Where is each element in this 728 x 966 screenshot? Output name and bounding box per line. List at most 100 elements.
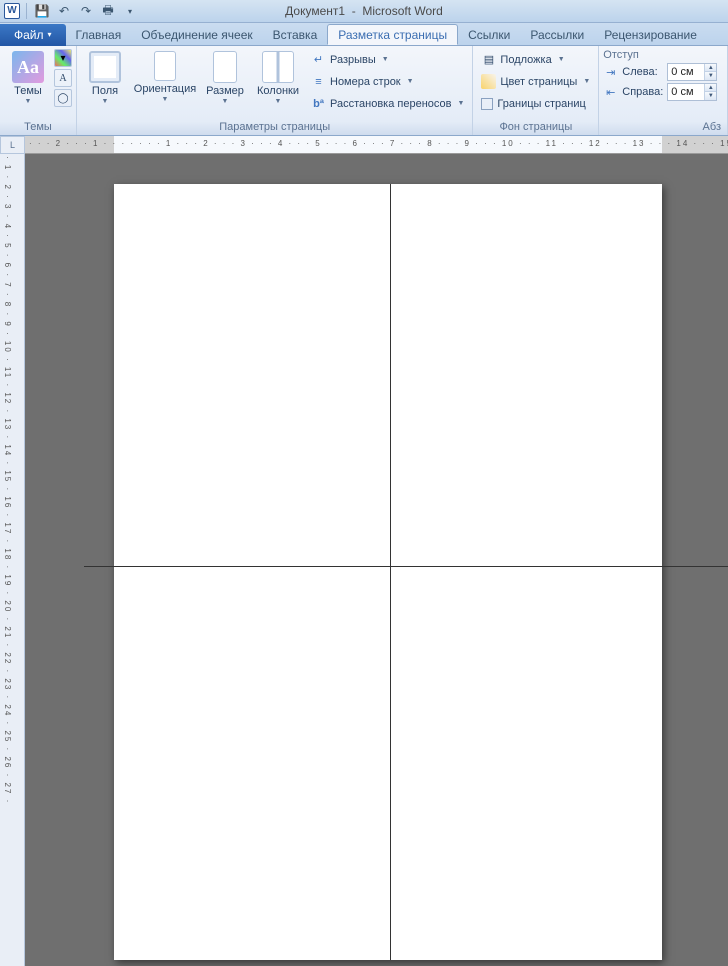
horizontal-ruler[interactable]: · · · 2 · · · 1 · · · · · · · 1 · · · 2 … (25, 136, 728, 154)
page-color-icon (481, 74, 496, 89)
word-app-icon: W (4, 3, 20, 19)
breaks-button[interactable]: ↵ Разрывы ▼ (307, 49, 468, 70)
tab-selector-icon: L (10, 140, 15, 150)
theme-colors-button[interactable]: ▾ (54, 49, 72, 67)
spin-down-icon[interactable]: ▼ (704, 72, 716, 80)
size-icon (213, 51, 237, 83)
page-color-button[interactable]: Цвет страницы ▼ (477, 71, 594, 92)
tab-объединение-ячеек[interactable]: Объединение ячеек (131, 24, 262, 45)
orientation-icon (154, 51, 176, 81)
separator (26, 3, 27, 19)
group-label: Абз (603, 120, 723, 134)
breaks-label: Разрывы (330, 54, 376, 66)
hyphenation-button[interactable]: bª Расстановка переносов ▼ (307, 93, 468, 114)
redo-icon[interactable]: ↷ (77, 2, 95, 20)
quick-print-icon[interactable]: 🖶 (99, 2, 117, 20)
file-tab-label: Файл (14, 28, 44, 42)
ruler-corner[interactable]: L (0, 136, 25, 154)
document-page[interactable] (114, 184, 662, 960)
page-color-label: Цвет страницы (500, 76, 577, 88)
indent-right-label: Справа: (622, 86, 663, 98)
chevron-down-icon: ▼ (25, 98, 32, 105)
indent-left-input[interactable] (668, 64, 704, 80)
line-numbers-button[interactable]: ≡ Номера строк ▼ (307, 71, 468, 92)
columns-button[interactable]: Колонки ▼ (251, 49, 305, 115)
theme-mini-stack: ▾ A ◯ (54, 49, 72, 107)
chevron-down-icon: ▼ (222, 98, 229, 105)
orientation-label: Ориентация (134, 83, 196, 95)
themes-icon: Aa (12, 51, 44, 83)
tab-вставка[interactable]: Вставка (263, 24, 328, 45)
columns-label: Колонки (257, 85, 299, 97)
group-label: Параметры страницы (81, 120, 468, 134)
ruler-v-scale: · 1 · 2 · 3 · 4 · 5 · 6 · 7 · 8 · 9 · 10… (3, 156, 12, 804)
indent-left-spinner[interactable]: ▲ ▼ (667, 63, 717, 81)
table-border-horizontal (84, 566, 728, 567)
chevron-down-icon: ▼ (558, 56, 565, 63)
line-numbers-label: Номера строк (330, 76, 401, 88)
quick-access-toolbar: W 💾 ↶ ↷ 🖶 ▾ (4, 2, 139, 20)
size-label: Размер (206, 85, 244, 97)
columns-icon (262, 51, 294, 83)
tab-рецензирование[interactable]: Рецензирование (594, 24, 707, 45)
title-bar: W 💾 ↶ ↷ 🖶 ▾ Документ1 - Microsoft Word (0, 0, 728, 23)
margins-label: Поля (92, 85, 118, 97)
spin-up-icon[interactable]: ▲ (704, 64, 716, 72)
page-borders-icon (481, 98, 493, 110)
group-page-setup: Поля ▼ Ориентация ▼ Размер ▼ Колонки ▼ ↵ (77, 46, 473, 135)
undo-icon[interactable]: ↶ (55, 2, 73, 20)
qat-customize-icon[interactable]: ▾ (121, 2, 139, 20)
page-borders-label: Границы страниц (497, 98, 585, 110)
group-themes: Aa Темы ▼ ▾ A ◯ Темы (0, 46, 77, 135)
chevron-down-icon: ▼ (457, 100, 464, 107)
group-paragraph: Отступ ⇥ Слева: ▲ ▼ ⇤ Справа: ▲ ▼ (599, 46, 728, 135)
ribbon-tabs: Файл ▾ ГлавнаяОбъединение ячеекВставкаРа… (0, 23, 728, 46)
ribbon: Aa Темы ▼ ▾ A ◯ Темы Поля ▼ Ориентация (0, 46, 728, 136)
chevron-down-icon: ▼ (102, 98, 109, 105)
group-label: Фон страницы (477, 120, 594, 134)
app-name: Microsoft Word (362, 4, 442, 18)
chevron-down-icon: ▼ (382, 56, 389, 63)
margins-button[interactable]: Поля ▼ (81, 49, 129, 115)
tab-ссылки[interactable]: Ссылки (458, 24, 520, 45)
chevron-down-icon: ▼ (275, 98, 282, 105)
table-border-vertical (390, 184, 391, 960)
watermark-label: Подложка (500, 54, 551, 66)
themes-button[interactable]: Aa Темы ▼ (4, 49, 52, 115)
theme-fonts-button[interactable]: A (54, 69, 72, 87)
hyphenation-icon: bª (311, 96, 326, 111)
indent-right-input[interactable] (668, 84, 704, 100)
tab-главная[interactable]: Главная (66, 24, 132, 45)
indent-right-spinner[interactable]: ▲ ▼ (667, 83, 717, 101)
indent-left-label: Слева: (622, 66, 663, 78)
group-page-background: ▤ Подложка ▼ Цвет страницы ▼ Границы стр… (473, 46, 599, 135)
spin-up-icon[interactable]: ▲ (704, 84, 716, 92)
ruler-h-scale: · · · 2 · · · 1 · · · · · · · 1 · · · 2 … (29, 139, 728, 148)
chevron-down-icon: ▾ (48, 30, 52, 39)
workspace: L · · · 2 · · · 1 · · · · · · · 1 · · · … (0, 136, 728, 966)
line-numbers-icon: ≡ (311, 74, 326, 89)
chevron-down-icon: ▼ (583, 78, 590, 85)
file-tab[interactable]: Файл ▾ (0, 24, 66, 46)
indent-header: Отступ (603, 49, 717, 61)
watermark-button[interactable]: ▤ Подложка ▼ (477, 49, 594, 70)
save-icon[interactable]: 💾 (33, 2, 51, 20)
page-borders-button[interactable]: Границы страниц (477, 93, 594, 114)
vertical-ruler[interactable]: · 1 · 2 · 3 · 4 · 5 · 6 · 7 · 8 · 9 · 10… (0, 154, 25, 966)
theme-effects-button[interactable]: ◯ (54, 89, 72, 107)
chevron-down-icon: ▼ (407, 78, 414, 85)
size-button[interactable]: Размер ▼ (201, 49, 249, 115)
indent-left-icon: ⇥ (603, 65, 618, 80)
themes-label: Темы (14, 85, 42, 97)
chevron-down-icon: ▼ (162, 96, 169, 103)
hyphenation-label: Расстановка переносов (330, 98, 451, 110)
spin-down-icon[interactable]: ▼ (704, 92, 716, 100)
indent-right-icon: ⇤ (603, 85, 618, 100)
watermark-icon: ▤ (481, 52, 496, 67)
tab-разметка-страницы[interactable]: Разметка страницы (327, 24, 458, 45)
orientation-button[interactable]: Ориентация ▼ (131, 49, 199, 115)
breaks-icon: ↵ (311, 52, 326, 67)
tab-рассылки[interactable]: Рассылки (520, 24, 594, 45)
document-name: Документ1 (285, 4, 345, 18)
group-label: Темы (4, 120, 72, 134)
